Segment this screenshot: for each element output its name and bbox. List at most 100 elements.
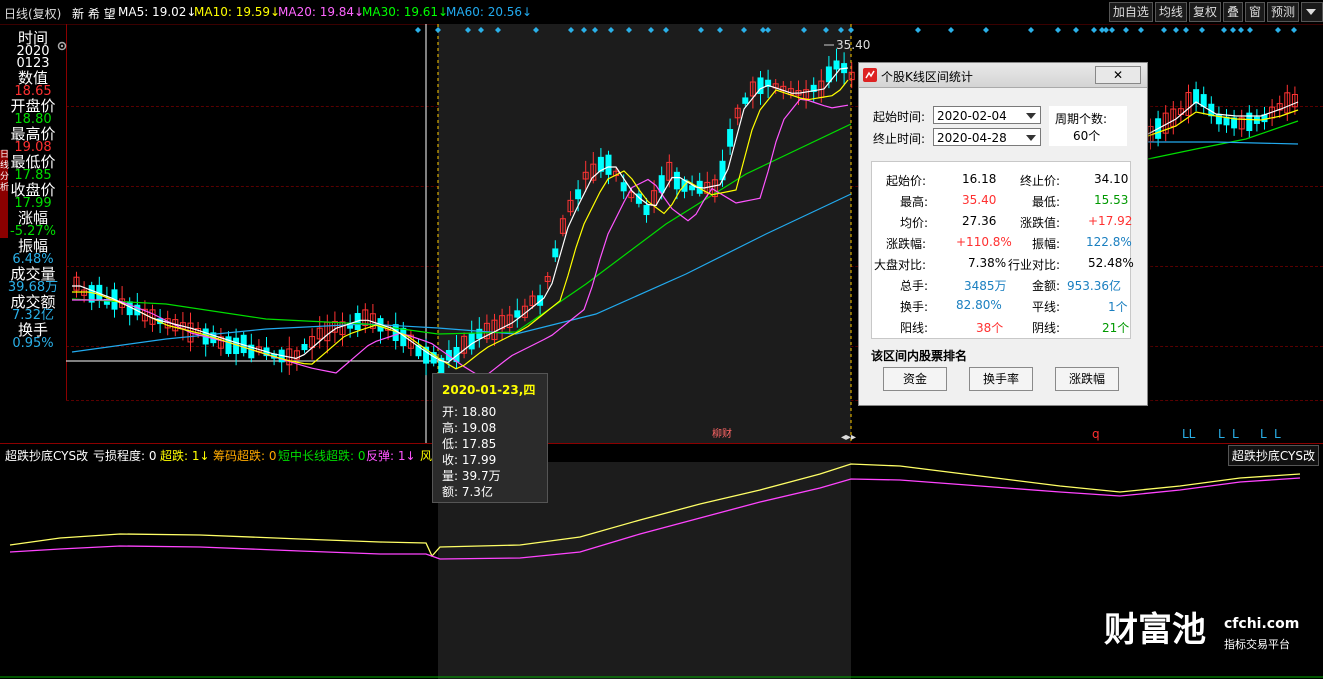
candle-body [605, 154, 612, 175]
rank-capital-button[interactable]: 资金 [883, 367, 947, 391]
flat-value: 1个 [1108, 300, 1128, 314]
change-pct-value: +110.8% [956, 235, 1012, 249]
tooltip-open: 开: 18.80 [442, 405, 497, 419]
candle-body [833, 60, 840, 70]
peak-label: 35.40 [836, 38, 870, 52]
ma30-value: MA30: 19.61↓ [362, 5, 449, 19]
candle-body [468, 332, 475, 350]
dialog-title: 个股K线区间统计 [881, 70, 973, 84]
signal-diamond [1091, 27, 1097, 33]
candle-body [552, 248, 559, 258]
signal-diamond [915, 27, 921, 33]
moving-average-button[interactable]: 均线 [1154, 2, 1187, 22]
arrow-down-icon[interactable] [1301, 2, 1323, 22]
yin-value: 21个 [1102, 321, 1130, 335]
toolbar-buttons: 加自选 均线 复权 叠 窗 预测 [1107, 2, 1323, 22]
right-candlesticks [1147, 81, 1298, 150]
signal-diamond [1199, 27, 1205, 33]
signal-diamond [1073, 27, 1079, 33]
marker-q: q [1092, 427, 1100, 441]
signal-diamond [1291, 27, 1297, 33]
total-hands-label: 总手: [900, 279, 929, 293]
industry-compare-label: 行业对比: [1008, 258, 1061, 272]
signal-diamond [1161, 27, 1167, 33]
end-price-value: 34.10 [1094, 172, 1129, 186]
signal-diamond [1230, 27, 1236, 33]
signal-diamond [1109, 27, 1115, 33]
marker-l: L [1260, 427, 1267, 441]
amount-label: 金额: [1032, 279, 1061, 293]
signal-diamond [1028, 27, 1034, 33]
rank-change-button[interactable]: 涨跌幅 [1055, 367, 1119, 391]
add-watchlist-button[interactable]: 加自选 [1108, 2, 1153, 22]
dialog-titlebar[interactable]: 个股K线区间统计 ✕ [859, 63, 1147, 88]
marker-l: L [1274, 427, 1281, 441]
start-price-value: 16.18 [962, 172, 997, 186]
watermark-domain: cfchi.com [1224, 616, 1300, 632]
yang-label: 阳线: [900, 321, 929, 335]
market-compare-value: 7.38% [968, 256, 1007, 270]
candle-body [575, 189, 582, 200]
candle-body [727, 129, 734, 147]
high-label: 最高: [900, 195, 929, 209]
period-count-label: 周期个数: [1055, 112, 1108, 126]
exchange-value: 0.95% [12, 336, 54, 351]
candle-body [514, 310, 521, 318]
start-time-value: 2020-02-04 [937, 109, 1007, 123]
tooltip-date: 2020-01-23,四 [442, 383, 536, 397]
signal-diamond [1103, 27, 1109, 33]
rank-section-label: 该区间内股票排名 [871, 349, 968, 363]
tooltip-amount: 额: 7.3亿 [442, 485, 493, 499]
market-compare-label: 大盘对比: [874, 258, 927, 272]
total-hands-value: 3485万 [964, 279, 1007, 293]
amplitude-label: 振幅: [1032, 237, 1061, 251]
candle-body [1193, 89, 1200, 104]
side-tab[interactable]: 日线分析 [0, 150, 9, 238]
end-price-label: 终止价: [1020, 174, 1061, 188]
period-count-value: 60个 [1073, 129, 1101, 143]
signal-diamond [1221, 27, 1227, 33]
change-pct-label: 涨跌幅: [886, 237, 927, 251]
forecast-button[interactable]: 预测 [1266, 2, 1299, 22]
low-label: 最低: [1032, 195, 1061, 209]
close-button[interactable]: ✕ [1095, 66, 1141, 84]
start-price-label: 起始价: [886, 174, 927, 188]
candle-body [1200, 94, 1207, 107]
tooltip-volume: 量: 39.7万 [442, 469, 501, 483]
end-time-select[interactable]: 2020-04-28 [933, 128, 1041, 146]
rank-turnover-button[interactable]: 换手率 [969, 367, 1033, 391]
amount-value: 953.36亿 [1067, 279, 1121, 293]
candle-body [658, 175, 665, 193]
tooltip-close: 收: 17.99 [442, 453, 497, 467]
window-button[interactable]: 窗 [1244, 2, 1265, 22]
period-label[interactable]: 日线(复权) [4, 5, 61, 22]
watermark-brand: 财富池 [1104, 610, 1206, 650]
yang-value: 38个 [976, 321, 1004, 335]
ma60-value: MA60: 20.56↓ [446, 5, 533, 19]
ma10-value: MA10: 19.59↓ [194, 5, 281, 19]
signal-diamond [415, 27, 421, 33]
signal-diamond [1183, 27, 1189, 33]
watermark-tagline: 指标交易平台 [1224, 638, 1290, 651]
high-value: 35.40 [962, 193, 997, 207]
start-time-select[interactable]: 2020-02-04 [933, 106, 1041, 124]
overlay-button[interactable]: 叠 [1222, 2, 1243, 22]
chart-header-bar: 日线(复权) 新 希 望 MA5: 19.02↓ MA10: 19.59↓ MA… [0, 0, 1323, 25]
stats-panel: 起始价: 16.18 终止价: 34.10 最高: 35.40 最低: 15.5… [871, 161, 1134, 339]
tooltip-low: 低: 17.85 [442, 437, 497, 451]
change-value-label: 涨跌值: [1020, 216, 1061, 230]
ma5-value: MA5: 19.02↓ [118, 5, 197, 19]
change-value-value: +17.92 [1088, 214, 1133, 228]
signal-diamond [1275, 27, 1281, 33]
drag-handle-icon[interactable]: ◂▸▸ [841, 432, 856, 443]
turnover-value: 82.80% [956, 298, 1002, 312]
flat-label: 平线: [1032, 300, 1061, 314]
adjust-button[interactable]: 复权 [1188, 2, 1221, 22]
interval-stats-dialog: 个股K线区间统计 ✕ 起始时间: 2020-02-04 终止时间: 2020-0… [858, 62, 1148, 406]
candle-body [673, 171, 680, 190]
candle-body [742, 97, 749, 104]
period-count-box: 周期个数: 60个 [1049, 106, 1127, 146]
candle-body [643, 205, 650, 216]
tooltip-high: 高: 19.08 [442, 421, 497, 435]
end-time-label: 终止时间: [873, 132, 926, 146]
